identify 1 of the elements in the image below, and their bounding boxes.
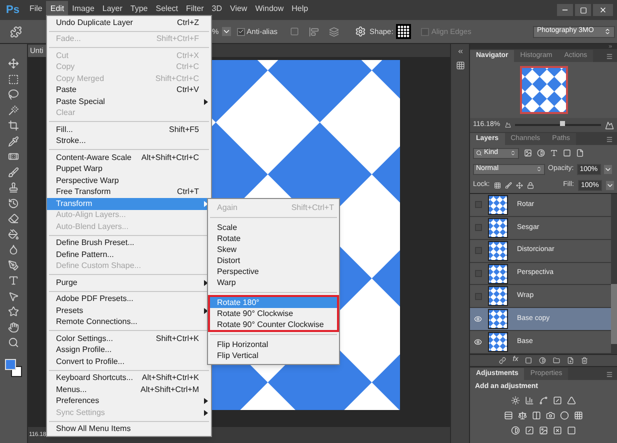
app-logo: Ps xyxy=(6,2,20,18)
